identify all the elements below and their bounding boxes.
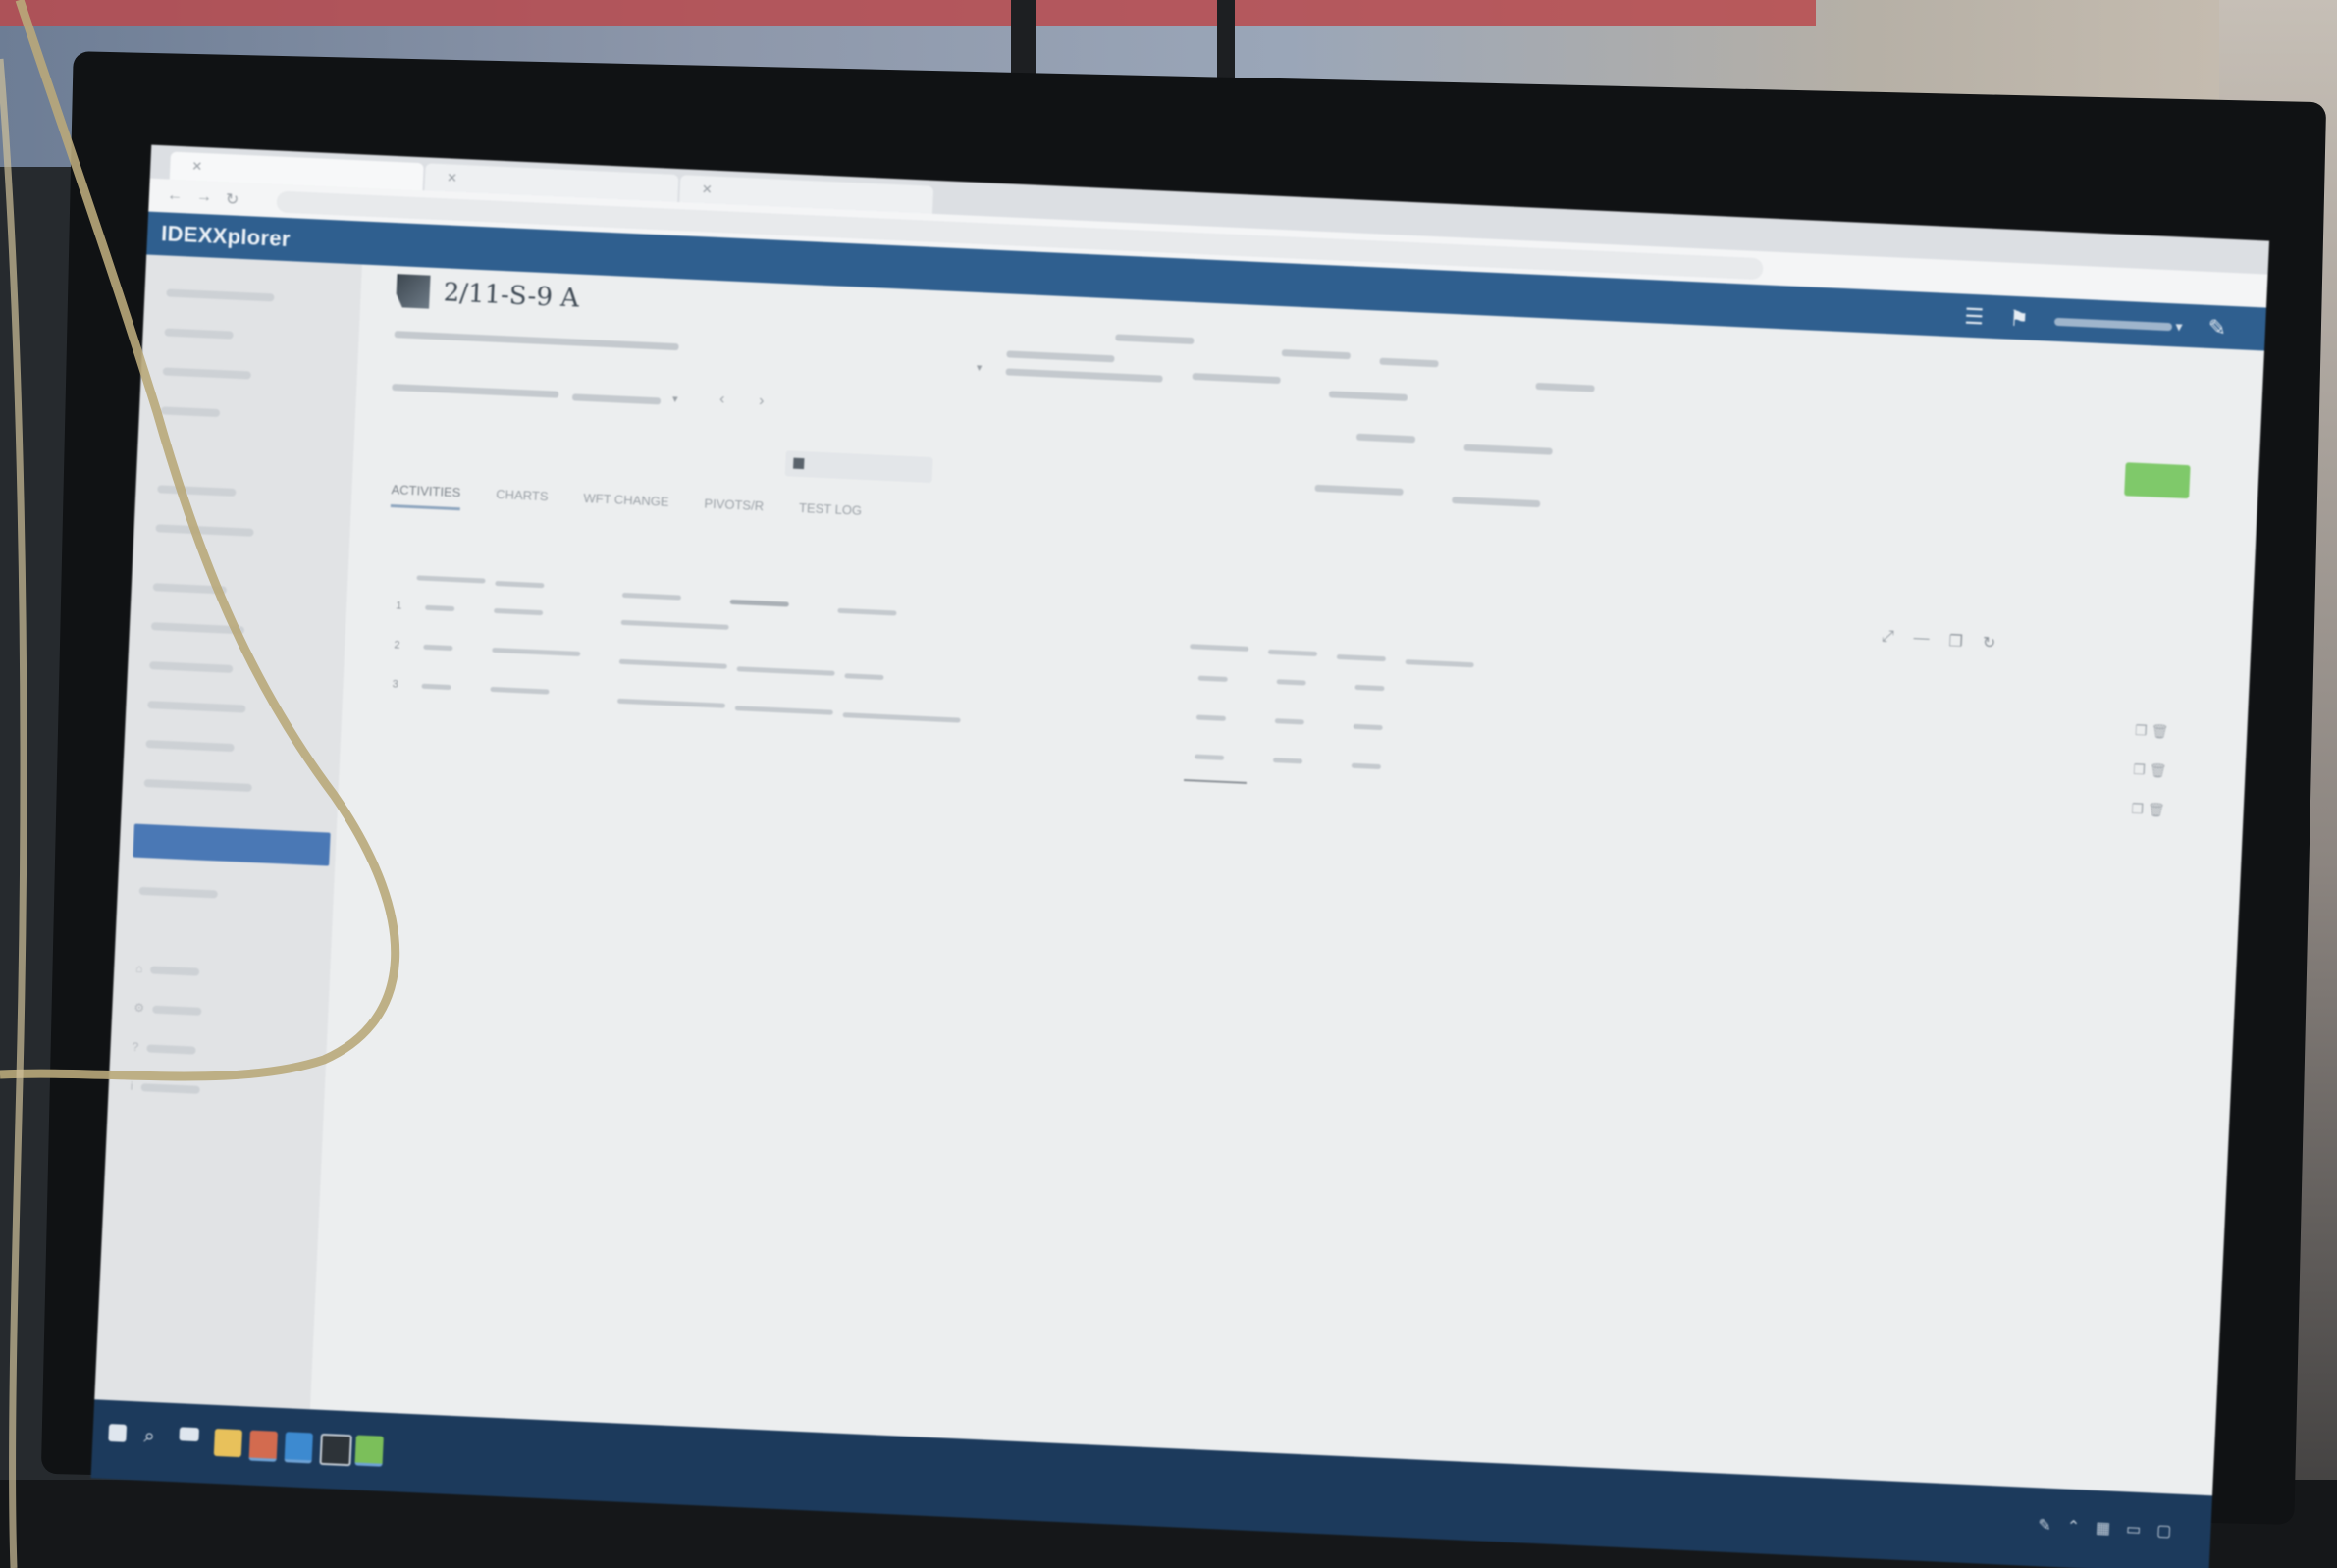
export-link[interactable] — [1314, 484, 1404, 496]
copy-icon[interactable]: ❐ — [2131, 801, 2144, 817]
chevron-down-icon[interactable]: ▾ — [977, 361, 983, 374]
forward-icon[interactable]: → — [196, 188, 213, 207]
notification-icon[interactable]: ▢ — [2156, 1521, 2172, 1542]
column-underline — [1183, 779, 1247, 784]
sidebar-item[interactable] — [150, 618, 299, 645]
system-tray: ✎ ⌃ ▦ ▭ ▢ — [2038, 1515, 2172, 1541]
column-header[interactable] — [416, 575, 486, 584]
app-brand: IDEXXplorer — [160, 221, 292, 252]
spreadsheet-icon[interactable] — [354, 1435, 384, 1467]
browser-tab-label — [694, 182, 695, 196]
info-text — [1115, 334, 1195, 345]
info-text — [394, 331, 679, 351]
filter-dropdown[interactable] — [571, 393, 662, 405]
sidebar-item[interactable] — [155, 520, 303, 547]
sidebar-item[interactable] — [147, 697, 295, 723]
info-text — [1006, 350, 1115, 363]
close-icon[interactable]: ✕ — [447, 170, 458, 184]
taskview-icon[interactable] — [179, 1427, 200, 1442]
flag-icon[interactable]: ⚑ — [2009, 306, 2030, 333]
browser-icon[interactable] — [248, 1430, 278, 1462]
column-header[interactable] — [729, 599, 789, 607]
sidebar-item[interactable] — [143, 775, 292, 802]
photo-scene: ✕ ✕ ✕ ← → ↻ IDEXXplorer ☰ ⚑ ▾ ✎ ⌂ ⚙ ? i … — [0, 0, 2337, 1568]
sidebar-footer-item[interactable]: ⚙ — [133, 1001, 282, 1027]
tab-charts[interactable]: CHARTS — [495, 487, 549, 514]
tab-wft-change[interactable]: WFT CHANGE — [583, 491, 669, 520]
sidebar-item[interactable] — [145, 736, 293, 762]
info-icon: i — [130, 1078, 133, 1093]
sidebar-item[interactable] — [152, 579, 300, 605]
row-number: 1 — [395, 600, 402, 612]
sidebar-item[interactable] — [162, 363, 310, 390]
tab-pivots[interactable]: PIVOTS/R — [704, 497, 764, 525]
checkbox-icon — [793, 457, 805, 470]
pen-icon[interactable]: ✎ — [2038, 1515, 2051, 1536]
browser-tab-label — [439, 170, 440, 184]
main-content: 2/11-S-9 A ▾ ▾ ‹ › ACTIVITIES CHARTS WFT… — [306, 264, 2264, 1568]
folder-icon[interactable] — [213, 1428, 242, 1458]
column-header[interactable] — [621, 592, 682, 601]
sidebar-footer-item[interactable]: ⌂ — [135, 962, 284, 988]
header-actions: ☰ ⚑ ▾ ✎ — [1964, 304, 2227, 341]
close-icon[interactable]: ✕ — [701, 182, 713, 196]
filter-text — [392, 384, 559, 398]
monitor-screen: ✕ ✕ ✕ ← → ↻ IDEXXplorer ☰ ⚑ ▾ ✎ ⌂ ⚙ ? i … — [90, 144, 2270, 1568]
info-text — [1379, 357, 1439, 368]
sidebar-item[interactable] — [166, 285, 314, 311]
search-icon[interactable]: ⌕ — [143, 1426, 172, 1454]
sidebar-footer-item[interactable]: ? — [132, 1040, 280, 1067]
sidebar-item[interactable] — [149, 657, 297, 684]
tab-test-log[interactable]: TEST LOG — [798, 500, 863, 529]
help-icon: ? — [132, 1039, 139, 1054]
pen-icon[interactable]: ✎ — [2207, 315, 2227, 341]
next-icon[interactable]: › — [759, 392, 765, 410]
windows-icon[interactable] — [108, 1424, 128, 1442]
battery-icon[interactable]: ▭ — [2126, 1519, 2142, 1540]
status-text — [1355, 433, 1416, 444]
toggle-button[interactable] — [784, 450, 933, 484]
info-text — [1535, 382, 1595, 392]
column-header[interactable] — [495, 580, 545, 589]
sidebar-item[interactable] — [157, 481, 305, 507]
network-icon[interactable]: ▦ — [2096, 1518, 2111, 1539]
chevron-up-icon[interactable]: ⌃ — [2066, 1517, 2080, 1538]
monitor-bezel: ✕ ✕ ✕ ← → ↻ IDEXXplorer ☰ ⚑ ▾ ✎ ⌂ ⚙ ? i … — [40, 51, 2327, 1568]
info-text — [1328, 391, 1408, 401]
back-icon[interactable]: ← — [167, 186, 184, 205]
info-text — [1005, 368, 1163, 383]
browser-tab-label — [184, 158, 185, 173]
sidebar-item[interactable] — [160, 402, 308, 429]
well-icon — [396, 274, 431, 309]
info-text — [1192, 372, 1281, 385]
sidebar-footer-item[interactable]: i — [130, 1079, 278, 1106]
reload-icon[interactable]: ↻ — [225, 189, 239, 210]
primary-action-button[interactable] — [2124, 462, 2191, 499]
list-icon[interactable]: ☰ — [1964, 304, 1985, 331]
column-header[interactable] — [837, 607, 897, 616]
terminal-icon[interactable] — [319, 1433, 352, 1467]
settings-icon: ⚙ — [133, 1000, 145, 1016]
row-number: 2 — [394, 639, 400, 652]
sidebar-item-active[interactable] — [133, 823, 331, 866]
background-red-stripe — [0, 0, 1816, 26]
mail-icon[interactable] — [284, 1432, 313, 1464]
home-icon: ⌂ — [134, 961, 143, 976]
row-actions: ❐ 🗑 — [2131, 801, 2165, 819]
tab-strip: ACTIVITIES CHARTS WFT CHANGE PIVOTS/R TE… — [390, 482, 863, 529]
more-link[interactable] — [1452, 497, 1541, 508]
chevron-down-icon[interactable]: ▾ — [672, 392, 678, 405]
close-icon[interactable]: ✕ — [191, 159, 203, 174]
delete-icon[interactable]: 🗑 — [2148, 802, 2165, 818]
sidebar-item[interactable] — [164, 324, 312, 350]
info-text — [1281, 349, 1351, 360]
row-number: 3 — [392, 678, 399, 691]
user-menu[interactable]: ▾ — [2053, 312, 2183, 335]
tab-activities[interactable]: ACTIVITIES — [390, 482, 461, 511]
previous-icon[interactable]: ‹ — [719, 391, 725, 408]
page-title: 2/11-S-9 A — [443, 278, 580, 314]
sidebar-item[interactable] — [138, 883, 287, 910]
page-header: 2/11-S-9 A — [396, 274, 580, 315]
settings-link[interactable] — [1463, 444, 1553, 455]
